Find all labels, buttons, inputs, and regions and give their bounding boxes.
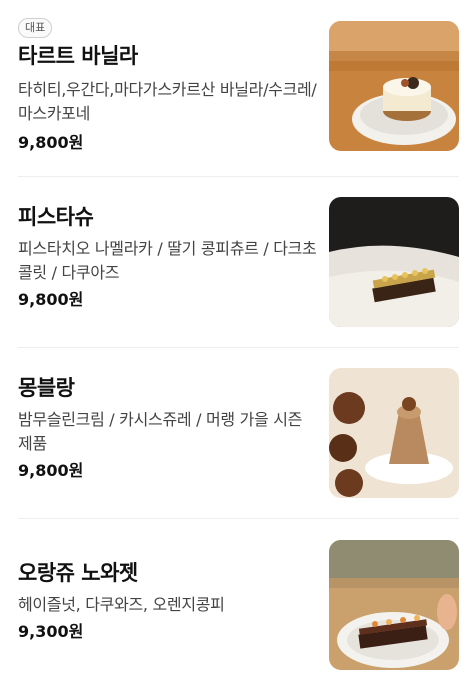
menu-item-name: 피스타슈 <box>18 205 94 229</box>
menu-item-mont-blanc[interactable]: 몽블랑 밤무슬린크림 / 카시스쥬레 / 머랭 가을 시즌 제품 9,800원 <box>0 348 466 518</box>
menu-item-name: 타르트 바닐라 <box>18 44 138 68</box>
signature-badge: 대표 <box>18 18 53 38</box>
menu-list: 대표 타르트 바닐라 타히티,우간다,마다가스카르산 바닐라/수크레/마스카포네… <box>0 0 466 677</box>
menu-item-price: 9,800원 <box>18 290 84 309</box>
mont-blanc-image <box>329 368 459 498</box>
menu-item-info: 대표 타르트 바닐라 타히티,우간다,마다가스카르산 바닐라/수크레/마스카포네… <box>18 16 318 154</box>
vanilla-tart-photo[interactable] <box>329 21 459 151</box>
menu-item-name: 몽블랑 <box>18 376 75 400</box>
menu-item-price: 9,300원 <box>18 622 84 641</box>
menu-item-description: 헤이즐넛, 다쿠와즈, 오렌지콩피 <box>18 595 225 614</box>
menu-item-price: 9,800원 <box>18 461 84 480</box>
menu-item-info: 오랑쥬 노와젯 헤이즐넛, 다쿠와즈, 오렌지콩피 9,300원 <box>18 559 318 643</box>
menu-item-vanilla-tart[interactable]: 대표 타르트 바닐라 타히티,우간다,마다가스카르산 바닐라/수크레/마스카포네… <box>0 0 466 176</box>
menu-item-description: 피스타치오 나멜라카 / 딸기 콩피츄르 / 다크초콜릿 / 다쿠아즈 <box>18 239 317 282</box>
menu-item-price: 9,800원 <box>18 133 84 152</box>
vanilla-tart-image <box>329 21 459 151</box>
menu-item-info: 몽블랑 밤무슬린크림 / 카시스쥬레 / 머랭 가을 시즌 제품 9,800원 <box>18 374 318 482</box>
mont-blanc-photo[interactable] <box>329 368 459 498</box>
pistachio-cake-image <box>329 197 459 327</box>
pistachio-cake-photo[interactable] <box>329 197 459 327</box>
menu-item-description: 밤무슬린크림 / 카시스쥬레 / 머랭 가을 시즌 제품 <box>18 410 303 453</box>
orange-noisette-photo[interactable] <box>329 540 459 670</box>
menu-item-info: 피스타슈 피스타치오 나멜라카 / 딸기 콩피츄르 / 다크초콜릿 / 다쿠아즈… <box>18 203 318 311</box>
menu-item-description: 타히티,우간다,마다가스카르산 바닐라/수크레/마스카포네 <box>18 80 317 123</box>
orange-noisette-image <box>329 540 459 670</box>
menu-item-orange-noisette[interactable]: 오랑쥬 노와젯 헤이즐넛, 다쿠와즈, 오렌지콩피 9,300원 <box>0 519 466 677</box>
menu-item-pistachio[interactable]: 피스타슈 피스타치오 나멜라카 / 딸기 콩피츄르 / 다크초콜릿 / 다쿠아즈… <box>0 177 466 347</box>
menu-item-name: 오랑쥬 노와젯 <box>18 561 138 585</box>
